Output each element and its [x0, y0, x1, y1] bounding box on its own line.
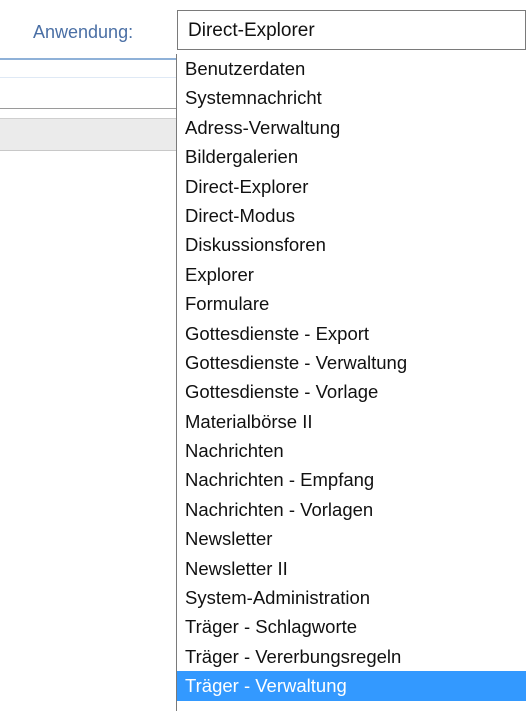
select-current-value: Direct-Explorer [188, 20, 315, 41]
dropdown-option[interactable]: Direct-Explorer [177, 172, 526, 201]
dropdown-option[interactable]: Benutzerdaten [177, 54, 526, 83]
dropdown-option[interactable]: Bildergalerien [177, 142, 526, 171]
dropdown-option-highlighted[interactable]: Träger - Verwaltung [177, 671, 526, 701]
dropdown-option[interactable]: System-Administration [177, 583, 526, 612]
dropdown-option[interactable]: Explorer [177, 260, 526, 289]
dropdown-option[interactable]: Newsletter [177, 524, 526, 553]
dropdown-option[interactable]: Diskussionsforen [177, 230, 526, 259]
dropdown-option[interactable]: Nachrichten - Empfang [177, 465, 526, 494]
anwendung-select[interactable]: Direct-Explorer [177, 10, 526, 50]
dropdown-option[interactable]: Träger - Vererbungsregeln [177, 642, 526, 671]
dropdown-option[interactable]: Gottesdienste - Export [177, 319, 526, 348]
dropdown-option[interactable]: Systemnachricht [177, 83, 526, 112]
field-label-anwendung: Anwendung: [33, 22, 134, 42]
dropdown-option[interactable]: Gottesdienste - Verwaltung [177, 348, 526, 377]
background-divider [0, 108, 176, 109]
dropdown-option[interactable]: Formulare [177, 289, 526, 318]
page: Anwendung: Direct-Explorer Benutzerdaten… [0, 0, 531, 711]
dropdown-options-list[interactable]: Benutzerdaten Systemnachricht Adress-Ver… [176, 54, 526, 711]
background-divider [0, 77, 176, 78]
dropdown-option[interactable]: Materialbörse II [177, 407, 526, 436]
dropdown-option[interactable]: Träger - Schlagworte [177, 612, 526, 641]
dropdown-option[interactable]: Newsletter II [177, 554, 526, 583]
dropdown-option[interactable]: Nachrichten [177, 436, 526, 465]
background-divider [0, 58, 176, 60]
background-toolbar [0, 118, 176, 151]
dropdown-option[interactable]: Adress-Verwaltung [177, 113, 526, 142]
dropdown-option[interactable]: Gottesdienste - Vorlage [177, 377, 526, 406]
dropdown-option[interactable]: Direct-Modus [177, 201, 526, 230]
dropdown-option[interactable]: Nachrichten - Vorlagen [177, 495, 526, 524]
